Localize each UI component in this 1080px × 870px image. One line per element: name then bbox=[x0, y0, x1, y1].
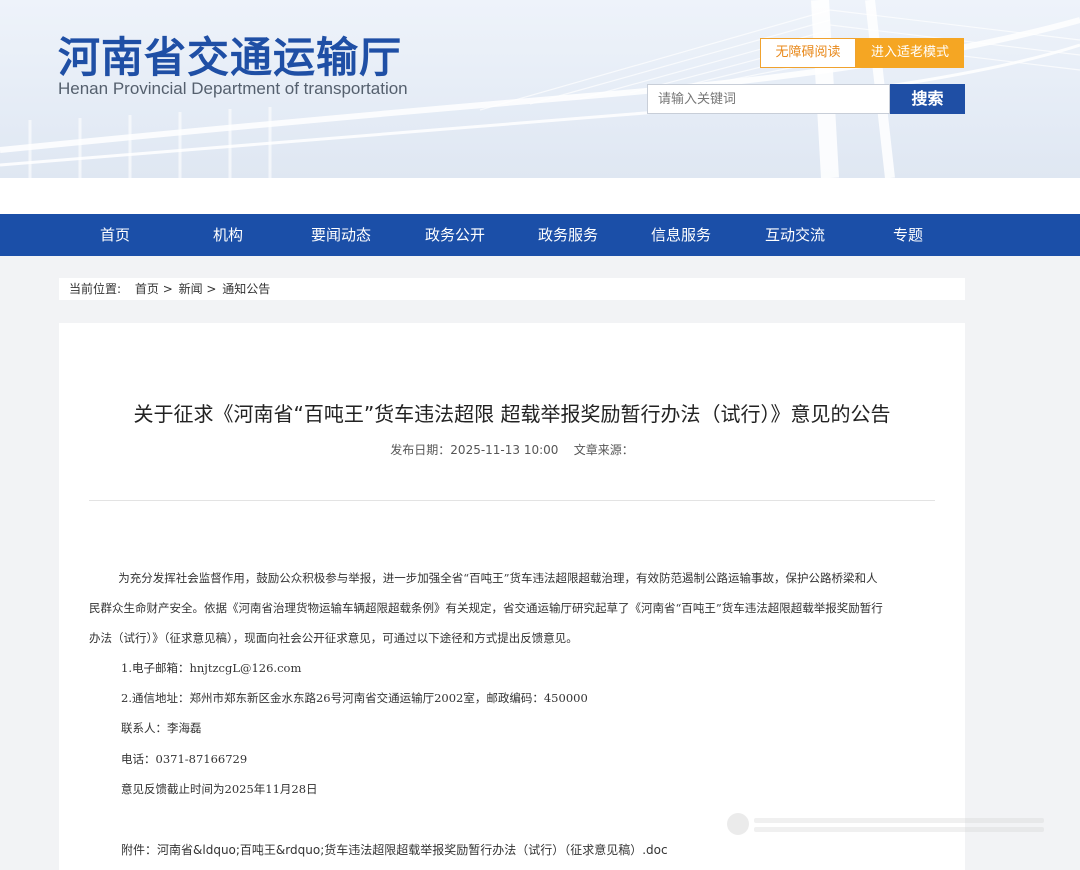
search-button[interactable]: 搜索 bbox=[890, 84, 965, 114]
contact-address: 2.通信地址：郑州市郑东新区金水东路26号河南省交通运输厅2002室，邮政编码：… bbox=[121, 691, 588, 705]
breadcrumb-separator: > bbox=[202, 282, 221, 296]
attachment-label: 附件： bbox=[121, 843, 158, 857]
accessibility-reading-button[interactable]: 无障碍阅读 bbox=[760, 38, 856, 68]
elder-mode-button[interactable]: 进入适老模式 bbox=[856, 38, 964, 68]
nav-item-government-services[interactable]: 政务服务 bbox=[518, 214, 618, 256]
breadcrumb-home[interactable]: 首页 bbox=[135, 282, 159, 296]
site-logo-subtitle: Henan Provincial Department of transport… bbox=[58, 79, 408, 98]
attachment: 附件：河南省&ldquo;百吨王&rdquo;货车违法超限超载举报奖励暂行办法（… bbox=[121, 841, 668, 858]
nav-item-organization[interactable]: 机构 bbox=[178, 214, 278, 256]
nav-item-home[interactable]: 首页 bbox=[65, 214, 165, 256]
article-panel: 关于征求《河南省“百吨王”货车违法超限 超载举报奖励暂行办法（试行）》意见的公告… bbox=[59, 323, 965, 870]
search-input[interactable] bbox=[647, 84, 890, 114]
breadcrumb-news[interactable]: 新闻 bbox=[179, 282, 203, 296]
contact-phone: 电话：0371-87166729 bbox=[121, 752, 248, 766]
breadcrumb: 当前位置: 首页 > 新闻 > 通知公告 bbox=[59, 278, 965, 300]
article-meta: 发布日期：2025-11-13 10:00 文章来源： bbox=[390, 443, 634, 457]
contact-person: 联系人：李海磊 bbox=[121, 721, 202, 735]
feedback-deadline: 意见反馈截止时间为2025年11月28日 bbox=[121, 782, 318, 796]
breadcrumb-prefix: 当前位置: bbox=[69, 282, 122, 296]
attachment-link[interactable]: 河南省&ldquo;百吨王&rdquo;货车违法超限超载举报奖励暂行办法（试行）… bbox=[157, 843, 668, 857]
contact-email: 1.电子邮箱：hnjtzcgL@126.com bbox=[121, 661, 302, 675]
article-paragraph-line-1: 为充分发挥社会监督作用，鼓励公众积极参与举报，进一步加强全省“百吨王”货车违法超… bbox=[89, 571, 878, 585]
article-title: 关于征求《河南省“百吨王”货车违法超限 超载举报奖励暂行办法（试行）》意见的公告 bbox=[133, 402, 891, 426]
nav-item-information-services[interactable]: 信息服务 bbox=[631, 214, 731, 256]
nav-item-topics[interactable]: 专题 bbox=[858, 214, 958, 256]
site-header: 河南省交通运输厅 Henan Provincial Department of … bbox=[0, 0, 1080, 178]
article-paragraph-line-2: 民群众生命财产安全。依据《河南省治理货物运输车辆超限超载条例》有关规定，省交通运… bbox=[89, 601, 883, 615]
main-nav: 首页 机构 要闻动态 政务公开 政务服务 信息服务 互动交流 专题 bbox=[0, 214, 1080, 256]
watermark-image bbox=[727, 813, 1044, 835]
nav-item-interaction[interactable]: 互动交流 bbox=[745, 214, 845, 256]
article-paragraph-line-3: 办法（试行）》（征求意见稿），现面向社会公开征求意见，可通过以下途径和方式提出反… bbox=[89, 631, 578, 645]
site-logo-title[interactable]: 河南省交通运输厅 bbox=[58, 24, 402, 85]
nav-item-news[interactable]: 要闻动态 bbox=[291, 214, 391, 256]
nav-item-government-affairs[interactable]: 政务公开 bbox=[405, 214, 505, 256]
breadcrumb-separator: > bbox=[158, 282, 177, 296]
article-divider bbox=[89, 500, 935, 501]
header-spacer bbox=[0, 178, 1080, 214]
breadcrumb-notices[interactable]: 通知公告 bbox=[222, 282, 270, 296]
